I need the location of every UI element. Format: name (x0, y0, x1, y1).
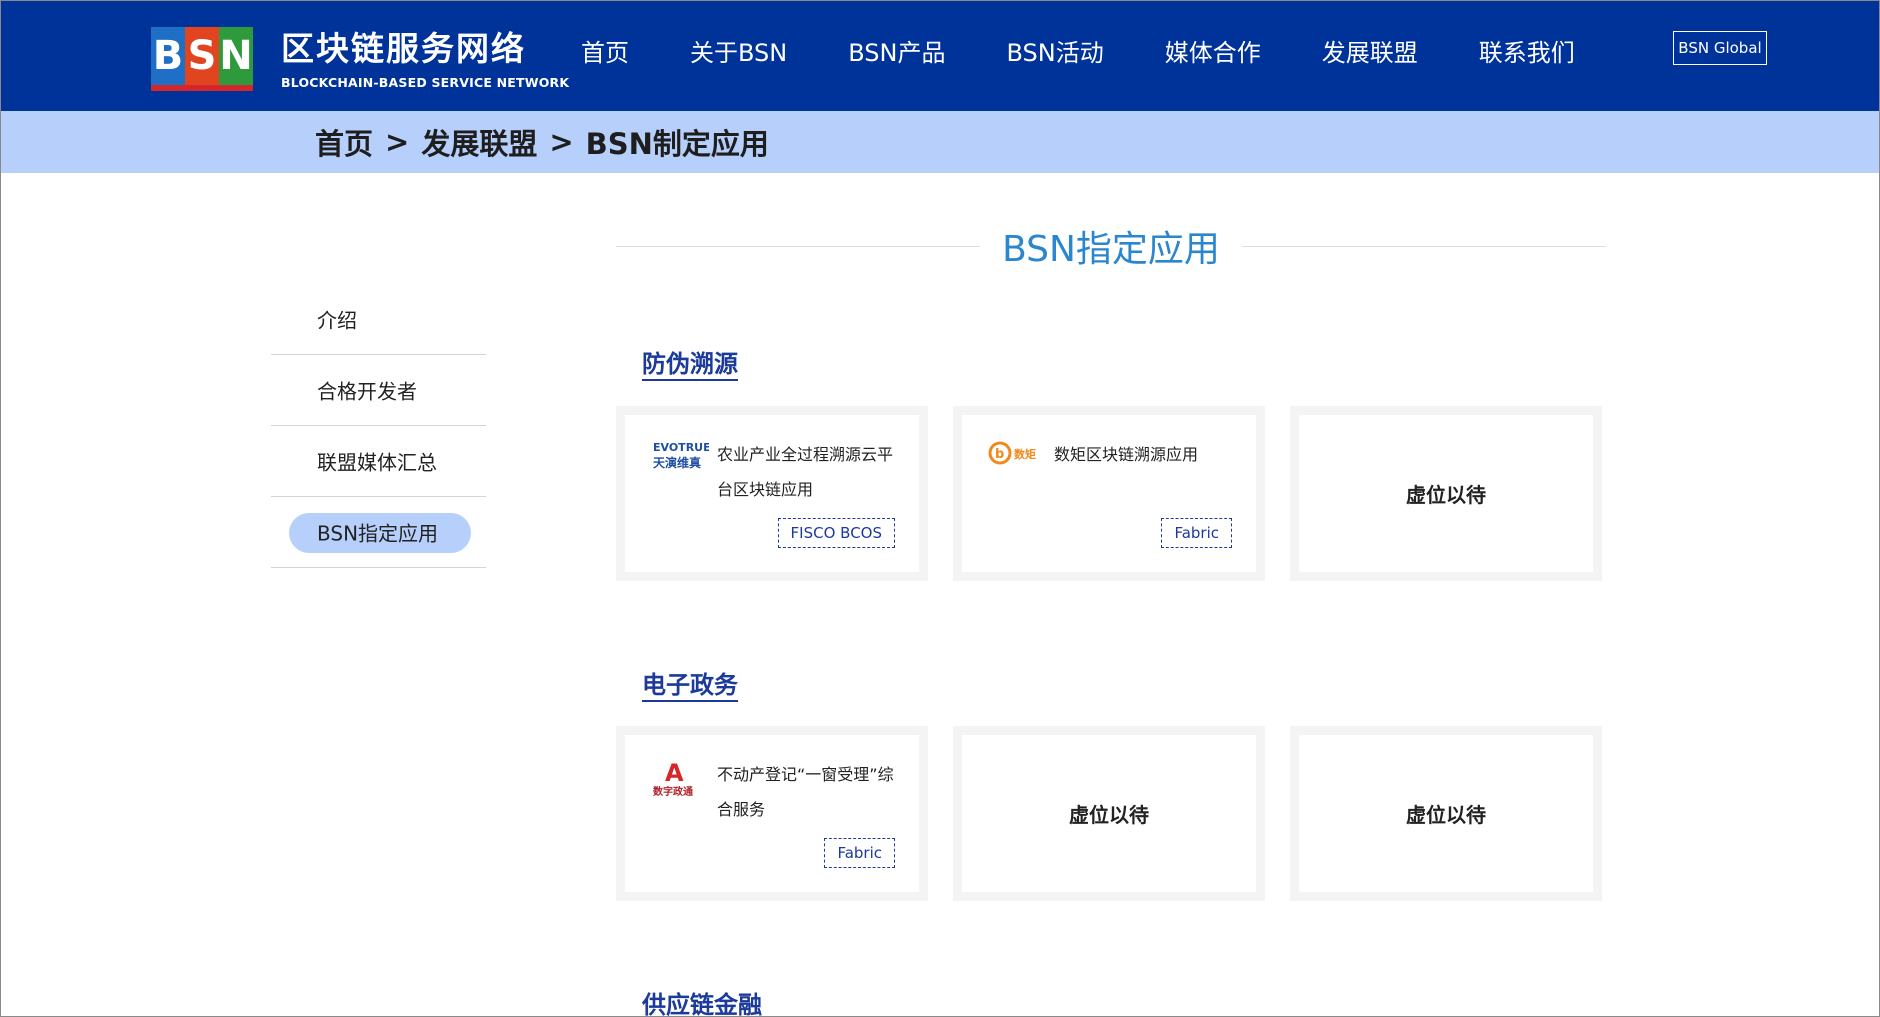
app-card-tag: FISCO BCOS (777, 518, 895, 548)
app-card-body: 虚位以待 (962, 735, 1256, 892)
logo-letter-b: B (151, 27, 185, 85)
logo-text: 区块链服务网络 BLOCKCHAIN-BASED SERVICE NETWORK (281, 29, 569, 90)
svg-text:b: b (995, 447, 1004, 462)
nav-events[interactable]: BSN活动 (1006, 33, 1103, 73)
breadcrumb-separator: > (385, 125, 410, 159)
nav-alliance[interactable]: 发展联盟 (1322, 33, 1418, 73)
category-title-traceability[interactable]: 防伪溯源 (642, 350, 738, 381)
sidebar-item-label: 合格开发者 (317, 379, 417, 404)
nav-products[interactable]: BSN产品 (848, 33, 945, 73)
logo-subtext: 数字政通 (653, 785, 693, 798)
nav-media[interactable]: 媒体合作 (1165, 33, 1261, 73)
chinadt-logo-icon: b 数矩 (988, 437, 1046, 479)
breadcrumb-bar: 首页 > 发展联盟 > BSN制定应用 (1, 111, 1879, 173)
nav-about[interactable]: 关于BSN (690, 33, 787, 73)
evotrue-logo-icon: EVOTRUE 天演维真 (651, 437, 711, 479)
logo-text: 数矩 (1014, 447, 1036, 461)
app-card[interactable]: b 数矩 数矩区块链溯源应用 Fabric (953, 406, 1265, 581)
sidebar-item-intro[interactable]: 介绍 (271, 284, 486, 355)
app-card-placeholder: 虚位以待 (953, 726, 1265, 901)
breadcrumb-current: BSN制定应用 (585, 127, 769, 161)
title-divider-right (1241, 245, 1607, 247)
breadcrumb-home[interactable]: 首页 (315, 121, 373, 163)
logo-text: EVOTRUE (653, 441, 709, 454)
app-card-tag: Fabric (1161, 518, 1232, 548)
top-header: B S N 区块链服务网络 BLOCKCHAIN-BASED SERVICE N… (1, 1, 1879, 111)
sidebar-item-media[interactable]: 联盟媒体汇总 (271, 426, 486, 497)
page-title-text: BSN指定应用 (1002, 229, 1220, 270)
app-card[interactable]: EVOTRUE 天演维真 农业产业全过程溯源云平台区块链应用 FISCO BCO… (616, 406, 928, 581)
app-card-body: 虚位以待 (1299, 415, 1593, 572)
app-card-body: 虚位以待 (1299, 735, 1593, 892)
sidebar-item-designated-apps[interactable]: BSN指定应用 (271, 497, 486, 568)
app-card-body: b 数矩 数矩区块链溯源应用 Fabric (962, 415, 1256, 572)
bsn-logo[interactable]: B S N 区块链服务网络 BLOCKCHAIN-BASED SERVICE N… (151, 27, 569, 91)
bsn-logo-mark: B S N (151, 27, 253, 91)
sidebar-item-label: 联盟媒体汇总 (317, 450, 437, 475)
nav-home[interactable]: 首页 (581, 33, 629, 73)
sidebar: 介绍 合格开发者 联盟媒体汇总 BSN指定应用 (271, 284, 486, 568)
category-title-egov[interactable]: 电子政务 (642, 671, 738, 702)
breadcrumb: 首页 > 发展联盟 > BSN制定应用 (315, 111, 769, 173)
bsn-global-button[interactable]: BSN Global (1673, 31, 1767, 65)
app-card-name[interactable]: 农业产业全过程溯源云平台区块链应用 (717, 437, 897, 507)
breadcrumb-separator: > (549, 125, 574, 159)
nav-contact[interactable]: 联系我们 (1479, 33, 1575, 73)
category-title-supply-chain[interactable]: 供应链金融 (642, 991, 762, 1017)
breadcrumb-alliance[interactable]: 发展联盟 (421, 121, 537, 163)
logo-letter-n: N (219, 27, 253, 85)
page-title: BSN指定应用 (616, 223, 1607, 270)
placeholder-text: 虚位以待 (1406, 483, 1486, 507)
app-card-name[interactable]: 数矩区块链溯源应用 (1054, 437, 1234, 472)
app-card-body: A 数字政通 不动产登记“一窗受理”综合服务 Fabric (625, 735, 919, 892)
app-card-name[interactable]: 不动产登记“一窗受理”综合服务 (717, 757, 897, 827)
app-card-placeholder: 虚位以待 (1290, 726, 1602, 901)
main-nav: 首页 关于BSN BSN产品 BSN活动 媒体合作 发展联盟 联系我们 (581, 33, 1636, 73)
app-card[interactable]: A 数字政通 不动产登记“一窗受理”综合服务 Fabric (616, 726, 928, 901)
app-card-body: EVOTRUE 天演维真 农业产业全过程溯源云平台区块链应用 FISCO BCO… (625, 415, 919, 572)
logo-title-en: BLOCKCHAIN-BASED SERVICE NETWORK (281, 74, 570, 90)
sidebar-item-label: BSN指定应用 (317, 521, 439, 546)
app-card-placeholder: 虚位以待 (1290, 406, 1602, 581)
logo-subtext: 天演维真 (653, 455, 701, 470)
placeholder-text: 虚位以待 (1406, 803, 1486, 827)
sidebar-item-developers[interactable]: 合格开发者 (271, 355, 486, 426)
digital-gov-logo-icon: A 数字政通 (651, 757, 709, 799)
logo-underline (151, 85, 253, 91)
placeholder-text: 虚位以待 (1069, 803, 1149, 827)
sidebar-item-label: 介绍 (317, 308, 357, 333)
logo-title-cn: 区块链服务网络 (281, 28, 526, 68)
logo-text: A (665, 759, 684, 787)
logo-letter-s: S (185, 27, 219, 85)
title-divider-left (616, 245, 981, 247)
app-card-tag: Fabric (824, 838, 895, 868)
